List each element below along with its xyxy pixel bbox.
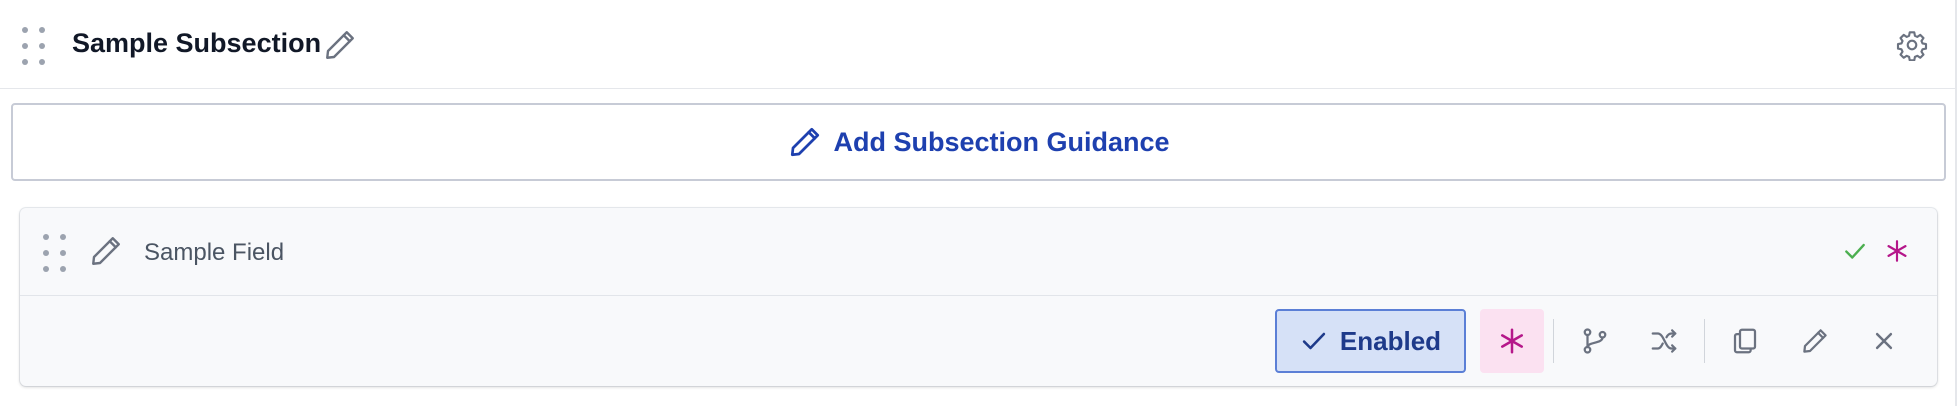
guidance-label: Add Subsection Guidance [833, 127, 1170, 157]
gear-icon[interactable] [1896, 29, 1928, 62]
toolbar-divider [1553, 319, 1554, 363]
pencil-icon[interactable] [88, 233, 124, 269]
pencil-icon [791, 127, 820, 157]
field-name: Sample Field [144, 239, 285, 266]
scrollbar-edge [1955, 0, 1957, 406]
shuffle-icon[interactable] [1642, 319, 1686, 363]
toolbar-divider [1704, 319, 1705, 363]
enabled-label: Enabled [1339, 326, 1442, 356]
required-toggle-button[interactable] [1480, 309, 1544, 373]
check-icon [1302, 332, 1326, 350]
asterisk-icon [1501, 328, 1523, 354]
subsection-header: Sample Subsection [0, 0, 1955, 89]
close-icon[interactable] [1862, 319, 1906, 363]
drag-handle-icon[interactable] [22, 27, 45, 65]
pencil-icon[interactable] [1793, 319, 1837, 363]
field-row: Sample Field [20, 208, 1937, 296]
asterisk-icon [1884, 238, 1910, 264]
enabled-toggle-button[interactable]: Enabled [1275, 309, 1466, 373]
subsection-title: Sample Subsection [72, 28, 322, 58]
field-card: Sample Field Enabled [20, 208, 1937, 386]
add-subsection-guidance-button[interactable]: Add Subsection Guidance [11, 103, 1946, 181]
check-icon [1842, 238, 1868, 264]
copy-icon[interactable] [1723, 319, 1767, 363]
field-toolbar: Enabled [20, 297, 1937, 386]
pencil-icon[interactable] [322, 27, 358, 63]
drag-handle-icon[interactable] [43, 234, 66, 272]
branch-icon[interactable] [1573, 319, 1617, 363]
page: Sample Subsection Add Subsection Guidanc… [0, 0, 1958, 406]
